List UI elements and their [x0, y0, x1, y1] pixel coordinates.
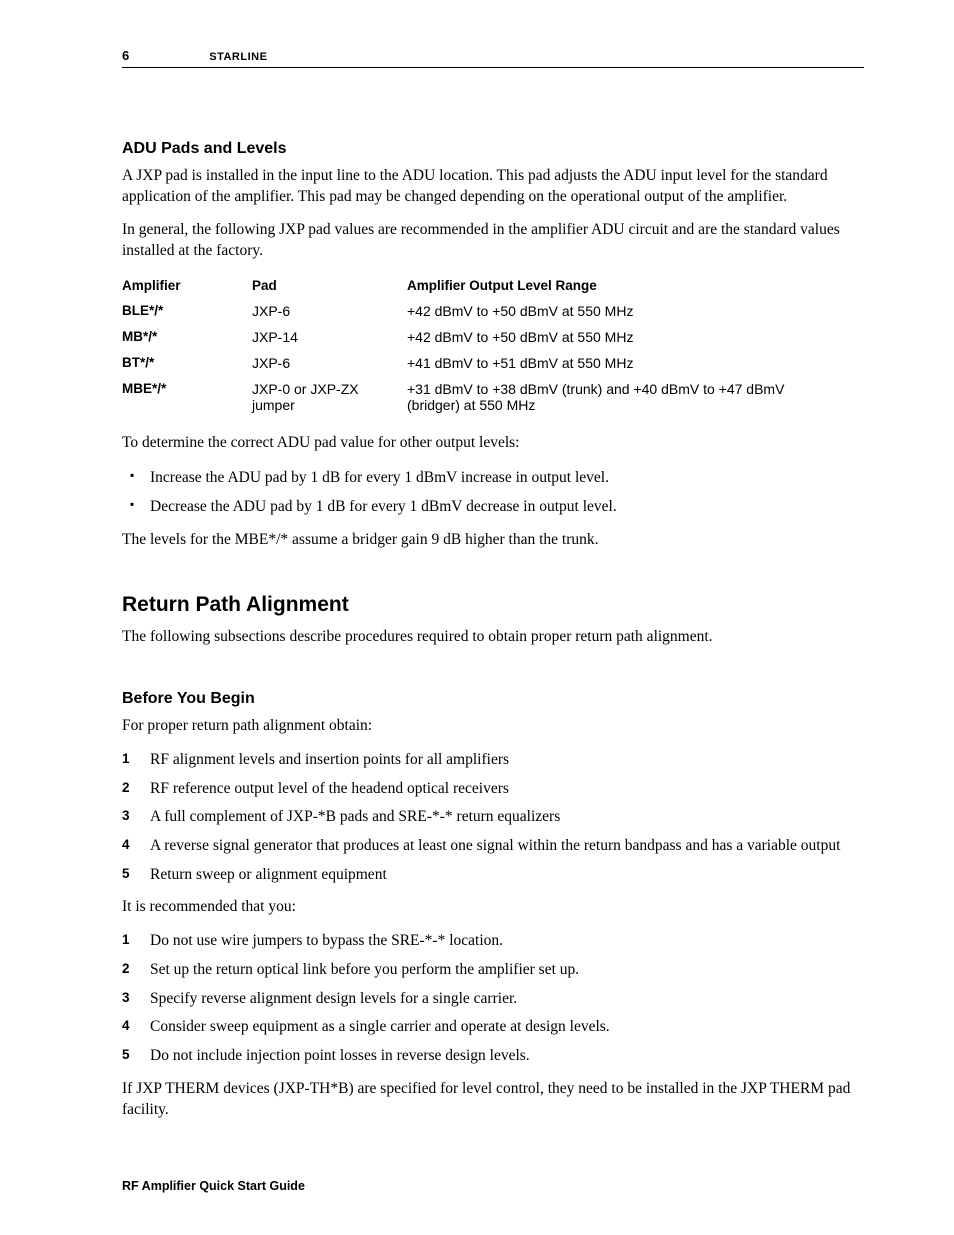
page: 6 STARLINE ADU Pads and Levels A JXP pad… — [0, 0, 954, 1235]
paragraph: It is recommended that you: — [122, 897, 864, 918]
table-row: BLE*/* JXP-6 +42 dBmV to +50 dBmV at 550… — [122, 299, 864, 325]
list-item: 4 Consider sweep equipment as a single ca… — [122, 1016, 864, 1038]
paragraph: If JXP THERM devices (JXP-TH*B) are spec… — [122, 1079, 864, 1121]
amp-cell: BT*/* — [122, 351, 252, 377]
list-item: 2 RF reference output level of the headen… — [122, 778, 864, 800]
list-item: Increase the ADU pad by 1 dB for every 1… — [150, 466, 864, 489]
list-text: A full complement of JXP-*B pads and SRE… — [150, 808, 560, 825]
list-text: RF reference output level of the headend… — [150, 780, 509, 797]
table-header: Amplifier Output Level Range — [407, 274, 864, 299]
list-marker: 4 — [122, 836, 130, 855]
list-text: Return sweep or alignment equipment — [150, 866, 387, 883]
list-item: 3 Specify reverse alignment design levels… — [122, 988, 864, 1010]
paragraph: The levels for the MBE*/* assume a bridg… — [122, 530, 864, 551]
paragraph: The following subsections describe proce… — [122, 627, 864, 648]
table-row: BT*/* JXP-6 +41 dBmV to +51 dBmV at 550 … — [122, 351, 864, 377]
paragraph: A JXP pad is installed in the input line… — [122, 166, 864, 208]
list-text: RF alignment levels and insertion points… — [150, 751, 509, 768]
output-cell: +31 dBmV to +38 dBmV (trunk) and +40 dBm… — [407, 377, 864, 419]
heading-before-you-begin: Before You Begin — [122, 690, 864, 708]
page-number: 6 — [122, 48, 129, 63]
output-cell: +42 dBmV to +50 dBmV at 550 MHz — [407, 325, 864, 351]
list-text: Do not use wire jumpers to bypass the SR… — [150, 932, 503, 949]
adu-pad-table: Amplifier Pad Amplifier Output Level Ran… — [122, 274, 864, 419]
numbered-list: 1 Do not use wire jumpers to bypass the S… — [122, 930, 864, 1066]
list-marker: 3 — [122, 807, 130, 826]
list-text: Specify reverse alignment design levels … — [150, 990, 517, 1007]
list-marker: 1 — [122, 931, 130, 950]
list-item: 4 A reverse signal generator that produce… — [122, 835, 864, 857]
amp-cell: MBE*/* — [122, 377, 252, 419]
table-row: MB*/* JXP-14 +42 dBmV to +50 dBmV at 550… — [122, 325, 864, 351]
footer-title: RF Amplifier Quick Start Guide — [122, 1179, 305, 1193]
list-item: 1 Do not use wire jumpers to bypass the S… — [122, 930, 864, 952]
heading-return-path: Return Path Alignment — [122, 593, 864, 617]
list-marker: 2 — [122, 960, 130, 979]
pad-cell: JXP-6 — [252, 299, 407, 325]
list-marker: 3 — [122, 989, 130, 1008]
paragraph: In general, the following JXP pad values… — [122, 220, 864, 262]
list-item: 5 Return sweep or alignment equipment — [122, 864, 864, 886]
amp-cell: BLE*/* — [122, 299, 252, 325]
list-text: A reverse signal generator that produces… — [150, 837, 840, 854]
paragraph: For proper return path alignment obtain: — [122, 716, 864, 737]
list-item: 3 A full complement of JXP-*B pads and SR… — [122, 806, 864, 828]
page-header: 6 STARLINE — [122, 48, 864, 68]
table-row: MBE*/* JXP-0 or JXP-ZX jumper +31 dBmV t… — [122, 377, 864, 419]
table-header: Pad — [252, 274, 407, 299]
bullet-list: Increase the ADU pad by 1 dB for every 1… — [122, 466, 864, 519]
list-marker: 5 — [122, 865, 130, 884]
list-item: Decrease the ADU pad by 1 dB for every 1… — [150, 495, 864, 518]
numbered-list: 1 RF alignment levels and insertion point… — [122, 749, 864, 885]
list-item: 2 Set up the return optical link before y… — [122, 959, 864, 981]
pad-cell: JXP-0 or JXP-ZX jumper — [252, 377, 407, 419]
table-header-row: Amplifier Pad Amplifier Output Level Ran… — [122, 274, 864, 299]
pad-cell: JXP-14 — [252, 325, 407, 351]
paragraph: To determine the correct ADU pad value f… — [122, 433, 864, 454]
list-marker: 1 — [122, 750, 130, 769]
list-text: Set up the return optical link before yo… — [150, 961, 579, 978]
output-cell: +42 dBmV to +50 dBmV at 550 MHz — [407, 299, 864, 325]
table-header: Amplifier — [122, 274, 252, 299]
list-marker: 4 — [122, 1017, 130, 1036]
pad-cell: JXP-6 — [252, 351, 407, 377]
list-marker: 2 — [122, 779, 130, 798]
heading-adu-pads: ADU Pads and Levels — [122, 140, 864, 158]
output-cell: +41 dBmV to +51 dBmV at 550 MHz — [407, 351, 864, 377]
amp-cell: MB*/* — [122, 325, 252, 351]
header-title: STARLINE — [209, 51, 267, 63]
list-text: Consider sweep equipment as a single car… — [150, 1018, 610, 1035]
list-item: 5 Do not include injection point losses i… — [122, 1045, 864, 1067]
list-item: 1 RF alignment levels and insertion point… — [122, 749, 864, 771]
list-marker: 5 — [122, 1046, 130, 1065]
list-text: Do not include injection point losses in… — [150, 1047, 530, 1064]
